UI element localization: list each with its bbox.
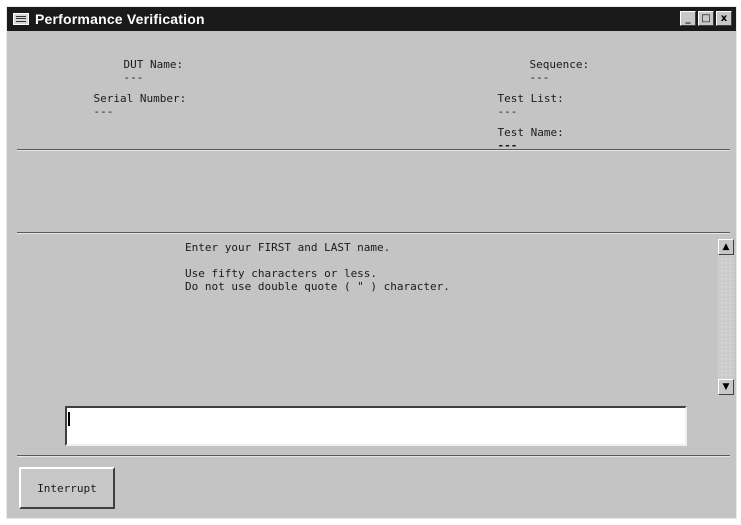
dut-name-label: DUT Name:	[123, 58, 184, 71]
maximize-icon[interactable]: □	[698, 11, 714, 26]
app-icon	[13, 13, 29, 25]
prompt-line-2: Use fifty characters or less.	[185, 267, 378, 280]
divider-top	[17, 149, 730, 151]
divider-bottom	[17, 455, 730, 457]
title-bar[interactable]: Performance Verification _ □ x	[7, 7, 736, 31]
serial-number-field: Serial Number: ---	[67, 79, 187, 131]
minimize-icon[interactable]: _	[680, 11, 696, 26]
serial-number-label: Serial Number:	[93, 92, 187, 105]
test-list-label: Test List:	[497, 92, 564, 105]
serial-number-value: ---	[93, 105, 114, 118]
sequence-label: Sequence:	[529, 58, 590, 71]
prompt-line-3: Do not use double quote ( " ) character.	[185, 280, 450, 293]
test-name-field: Test Name: ---	[471, 113, 564, 165]
prompt-line-1: Enter your FIRST and LAST name.	[185, 241, 391, 254]
text-caret	[68, 412, 70, 426]
message-scrollbar[interactable]: ▲ ▼	[718, 239, 734, 395]
divider-middle	[17, 232, 730, 234]
name-input[interactable]	[65, 406, 687, 446]
performance-verification-window: Performance Verification _ □ x DUT Name:…	[6, 6, 737, 519]
close-icon[interactable]: x	[716, 11, 732, 26]
window-controls: _ □ x	[680, 11, 732, 26]
scroll-up-icon[interactable]: ▲	[718, 239, 734, 255]
window-title: Performance Verification	[35, 11, 205, 27]
scroll-down-icon[interactable]: ▼	[718, 379, 734, 395]
test-name-label: Test Name:	[497, 126, 564, 139]
interrupt-button[interactable]: Interrupt	[19, 467, 115, 509]
